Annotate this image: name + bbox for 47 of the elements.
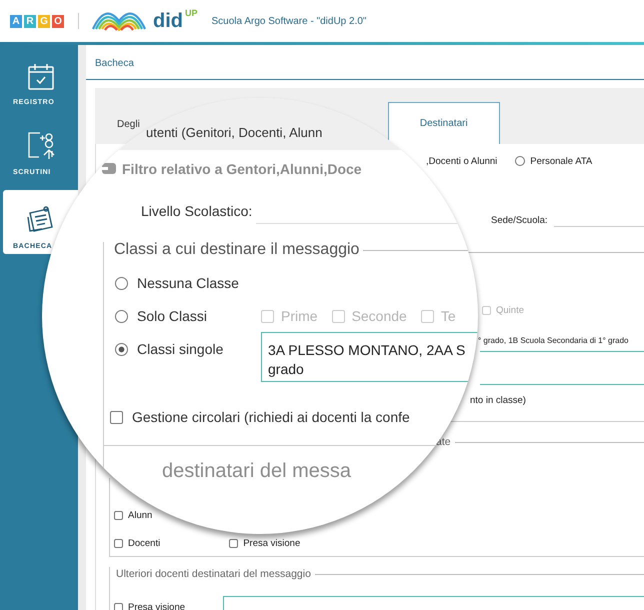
breadcrumb[interactable]: Bacheca <box>95 58 134 69</box>
selected-classes-text: ° grado, 1B Scuola Secondaria di 1° grado <box>478 336 628 344</box>
checkbox[interactable] <box>229 538 238 548</box>
tab[interactable]: Destinatari <box>388 102 500 144</box>
checkbox-label: Quinte <box>496 304 524 316</box>
section-legend: Ulteriori docenti destinatari del messaggio <box>116 568 311 580</box>
filter-title: Filtro relativo a Gentori,Alunni,Doce <box>122 161 362 177</box>
radio-label: Classi singole <box>137 341 224 357</box>
checkbox-label: Presa visione <box>243 538 300 548</box>
notes-icon <box>26 205 56 235</box>
radio-label: Nessuna Classe <box>137 275 239 291</box>
checkbox[interactable] <box>114 538 123 548</box>
section-legend: Classi a cui destinare il messaggio <box>114 241 360 259</box>
checkbox[interactable] <box>110 410 123 424</box>
logo-letter: A <box>10 14 22 28</box>
collapse-icon[interactable] <box>99 162 117 176</box>
note-text: nto in classe) <box>470 394 526 406</box>
checkbox-label: Te <box>440 308 456 324</box>
app-name-superscript: UP <box>185 8 198 18</box>
section-legend: destinatari del messa <box>162 460 351 483</box>
field-label: Sede/Scuola: <box>491 214 548 226</box>
option-label: ,Docenti o Alunni <box>426 156 498 166</box>
logo-letter: G <box>38 14 50 28</box>
tab-label[interactable]: utenti (Genitori, Docenti, Alunn <box>146 114 322 150</box>
radio-label: Solo Classi <box>137 308 208 324</box>
radio-button[interactable] <box>115 342 128 356</box>
checkbox-label: Gestione circolari (richiedi ai docenti la confe <box>132 409 410 425</box>
classes-text-area[interactable] <box>480 351 644 385</box>
radio-button[interactable] <box>115 276 128 290</box>
radio-button[interactable] <box>515 156 526 166</box>
checkbox-label: Docenti <box>128 538 160 548</box>
checkbox-label: Alunn <box>128 510 152 520</box>
rainbow-logo-icon <box>91 12 147 30</box>
radio-label: Personale ATA <box>530 156 592 166</box>
checkbox[interactable] <box>114 603 123 610</box>
radio-button[interactable] <box>115 310 128 322</box>
plus-eight-icon <box>26 131 56 161</box>
classes-text-area[interactable]: 3A PLESSO MONTANO, 2AA S grado <box>261 332 478 382</box>
calendar-icon <box>26 63 54 91</box>
school-title: Scuola Argo Software - "didUp 2.0" <box>212 16 366 26</box>
checkbox-label: Presa visione <box>128 602 186 610</box>
checkbox-label: Prime <box>281 308 318 324</box>
logo-letter: R <box>24 14 36 28</box>
checkbox-label: Seconde <box>352 308 407 324</box>
field-label: Livello Scolastico: <box>141 203 252 219</box>
logo-letter: O <box>52 14 64 28</box>
app-name: did <box>153 10 183 32</box>
